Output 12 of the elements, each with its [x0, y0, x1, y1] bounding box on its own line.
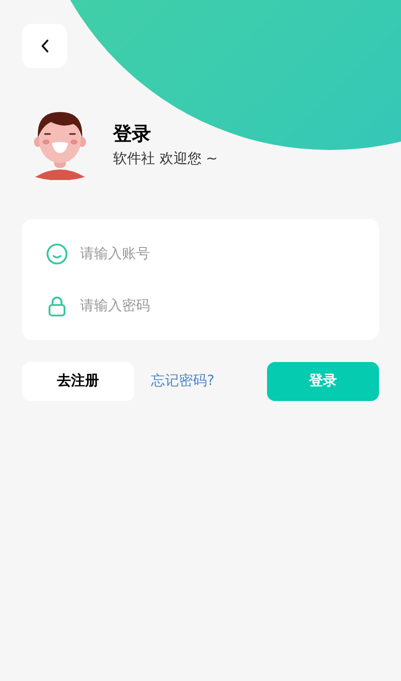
login-button[interactable]: 登录: [267, 362, 379, 401]
back-icon: [40, 39, 50, 53]
page-title: 登录: [113, 122, 152, 147]
avatar-drawing: [33, 110, 87, 180]
smiley-icon: [46, 242, 68, 264]
password-field[interactable]: 请输入密码: [80, 294, 355, 316]
welcome-text: 软件社 欢迎您 ~: [113, 150, 218, 169]
back-button[interactable]: [22, 24, 67, 68]
forgot-password-link[interactable]: 忘记密码?: [151, 371, 214, 392]
register-button[interactable]: 去注册: [22, 362, 134, 401]
account-field[interactable]: 请输入账号: [80, 242, 355, 264]
lock-icon: [46, 294, 68, 316]
